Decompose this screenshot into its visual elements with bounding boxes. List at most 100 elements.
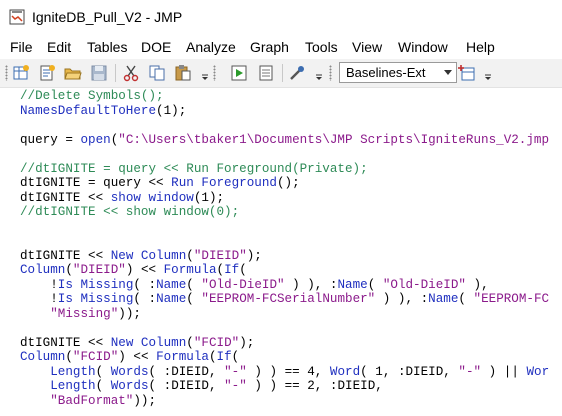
add-connection-icon[interactable]	[458, 64, 476, 82]
code-token: "DIEID"	[193, 248, 247, 263]
code-line[interactable]: //Delete Symbols();	[20, 89, 164, 104]
code-line[interactable]: dtIGNITE = query << Run Foreground();	[20, 176, 300, 191]
code-token: Formula	[163, 263, 217, 277]
code-line[interactable]: "BadFormat"));	[20, 394, 156, 409]
toolbar-overflow-icon[interactable]	[484, 66, 492, 80]
code-line[interactable]: query = open("C:\Users\tbaker1\Documents…	[20, 133, 549, 148]
code-token: Name	[156, 277, 187, 292]
script-editor[interactable]: //Delete Symbols(); NamesDefaultToHere(1)…	[0, 88, 562, 416]
code-token: !	[20, 277, 58, 292]
menu-doe[interactable]: DOE	[141, 39, 171, 55]
menu-window[interactable]: Window	[398, 39, 448, 55]
chevron-down-icon	[444, 70, 452, 75]
code-line[interactable]: Length( Words( :DIEID, "-" ) ) == 4, Wor…	[20, 365, 549, 380]
new-script-icon[interactable]	[38, 64, 56, 82]
code-line[interactable]: NamesDefaultToHere(1);	[20, 104, 186, 119]
code-token: (	[367, 277, 383, 292]
code-token: (	[186, 248, 194, 263]
code-token: query =	[20, 132, 81, 147]
toolbar-overflow-icon[interactable]	[201, 66, 209, 80]
tools-icon[interactable]	[288, 64, 306, 82]
save-icon[interactable]	[90, 64, 108, 82]
code-line[interactable]: //dtIGNITE << show window(0);	[20, 205, 239, 220]
code-token: Name	[156, 292, 187, 306]
code-line[interactable]: Length( Words( :DIEID, "-" ) ) == 2, :DI…	[20, 379, 383, 394]
code-token: (	[239, 263, 247, 277]
code-line[interactable]: !Is Missing( :Name( "EEPROM-FCSerialNumb…	[20, 292, 549, 307]
code-token: "DIEID"	[72, 263, 126, 277]
code-token: );	[239, 335, 255, 350]
code-token: Is Missing	[57, 277, 134, 292]
code-line[interactable]: Column("FCID") << Formula(If(	[20, 350, 239, 365]
new-data-table-icon[interactable]	[12, 64, 30, 82]
code-line[interactable]: "Missing"));	[20, 307, 141, 322]
code-token: ));	[133, 393, 157, 408]
code-token: ( :DIEID,	[148, 364, 225, 379]
copy-icon[interactable]	[148, 64, 166, 82]
code-token: (	[65, 350, 73, 364]
code-token: Column	[20, 263, 66, 277]
menu-analyze[interactable]: Analyze	[186, 39, 236, 55]
code-token: (	[95, 379, 111, 393]
code-token: New Column	[110, 248, 187, 263]
code-token: (	[458, 292, 474, 306]
code-token: ) ) == 2, :DIEID,	[246, 379, 383, 393]
code-token: (	[65, 263, 73, 277]
code-token: NamesDefaultToHere	[20, 103, 157, 118]
code-line[interactable]: Column("DIEID") << Formula(If(	[20, 263, 247, 278]
toolbar	[0, 59, 562, 88]
code-token: ));	[118, 306, 141, 321]
code-token: dtIGNITE <<	[20, 248, 111, 263]
menu-bar: File Edit Tables DOE Analyze Graph Tools…	[0, 38, 562, 59]
code-line[interactable]: dtIGNITE << show window(1);	[20, 191, 224, 206]
menu-edit[interactable]: Edit	[47, 39, 71, 55]
cut-icon[interactable]	[122, 64, 140, 82]
menu-view[interactable]: View	[352, 39, 382, 55]
code-line[interactable]: dtIGNITE << New Column("FCID");	[20, 336, 254, 351]
code-token: ) ), :	[284, 277, 338, 292]
code-token: dtIGNITE <<	[20, 335, 111, 350]
code-token: ) ||	[481, 364, 527, 379]
code-token: ( 1, :DIEID,	[360, 364, 459, 379]
code-token: (	[231, 350, 240, 364]
code-token: Column	[20, 350, 66, 364]
open-folder-icon[interactable]	[64, 64, 82, 82]
run-script-icon[interactable]	[230, 64, 248, 82]
code-token: ( :	[133, 277, 157, 292]
menu-help[interactable]: Help	[466, 39, 495, 55]
toolbar-grip[interactable]	[329, 65, 332, 81]
code-token: );	[208, 190, 225, 205]
code-token: "Old-DieID"	[382, 277, 466, 292]
menu-tools[interactable]: Tools	[305, 39, 338, 55]
paste-icon[interactable]	[174, 64, 192, 82]
code-token: ) <<	[125, 263, 164, 277]
code-token: );	[246, 248, 262, 263]
code-token: !	[20, 292, 58, 306]
menu-graph[interactable]: Graph	[250, 39, 289, 55]
toolbar-grip[interactable]	[213, 65, 216, 81]
code-token: Wor	[526, 364, 550, 379]
code-token: //dtIGNITE = query << Run Foreground(Pri…	[20, 161, 368, 176]
toolbar-grip[interactable]	[5, 65, 8, 81]
code-token: //Delete Symbols();	[20, 89, 164, 103]
code-token: (	[156, 103, 164, 118]
code-token: ) <<	[118, 350, 157, 364]
code-line[interactable]: dtIGNITE << New Column("DIEID");	[20, 249, 262, 264]
menu-tables[interactable]: Tables	[87, 39, 127, 55]
toolbar-overflow-icon[interactable]	[315, 66, 323, 80]
connection-dropdown[interactable]: Baselines-Ext	[339, 62, 457, 83]
menu-file[interactable]: File	[10, 39, 33, 55]
code-token: "-"	[224, 364, 247, 379]
code-line[interactable]: !Is Missing( :Name( "Old-DieID" ) ), :Na…	[20, 277, 488, 293]
code-token: Name	[337, 277, 368, 292]
code-token: "-"	[458, 364, 482, 379]
code-token: "C:\Users\tbaker1\Documents\JMP Scripts\…	[118, 132, 550, 147]
code-line[interactable]: //dtIGNITE = query << Run Foreground(Pri…	[20, 162, 368, 177]
code-token: ( :DIEID,	[148, 379, 225, 393]
code-token: Formula	[156, 350, 209, 364]
journal-icon[interactable]	[257, 64, 275, 82]
code-token: (	[186, 292, 202, 306]
